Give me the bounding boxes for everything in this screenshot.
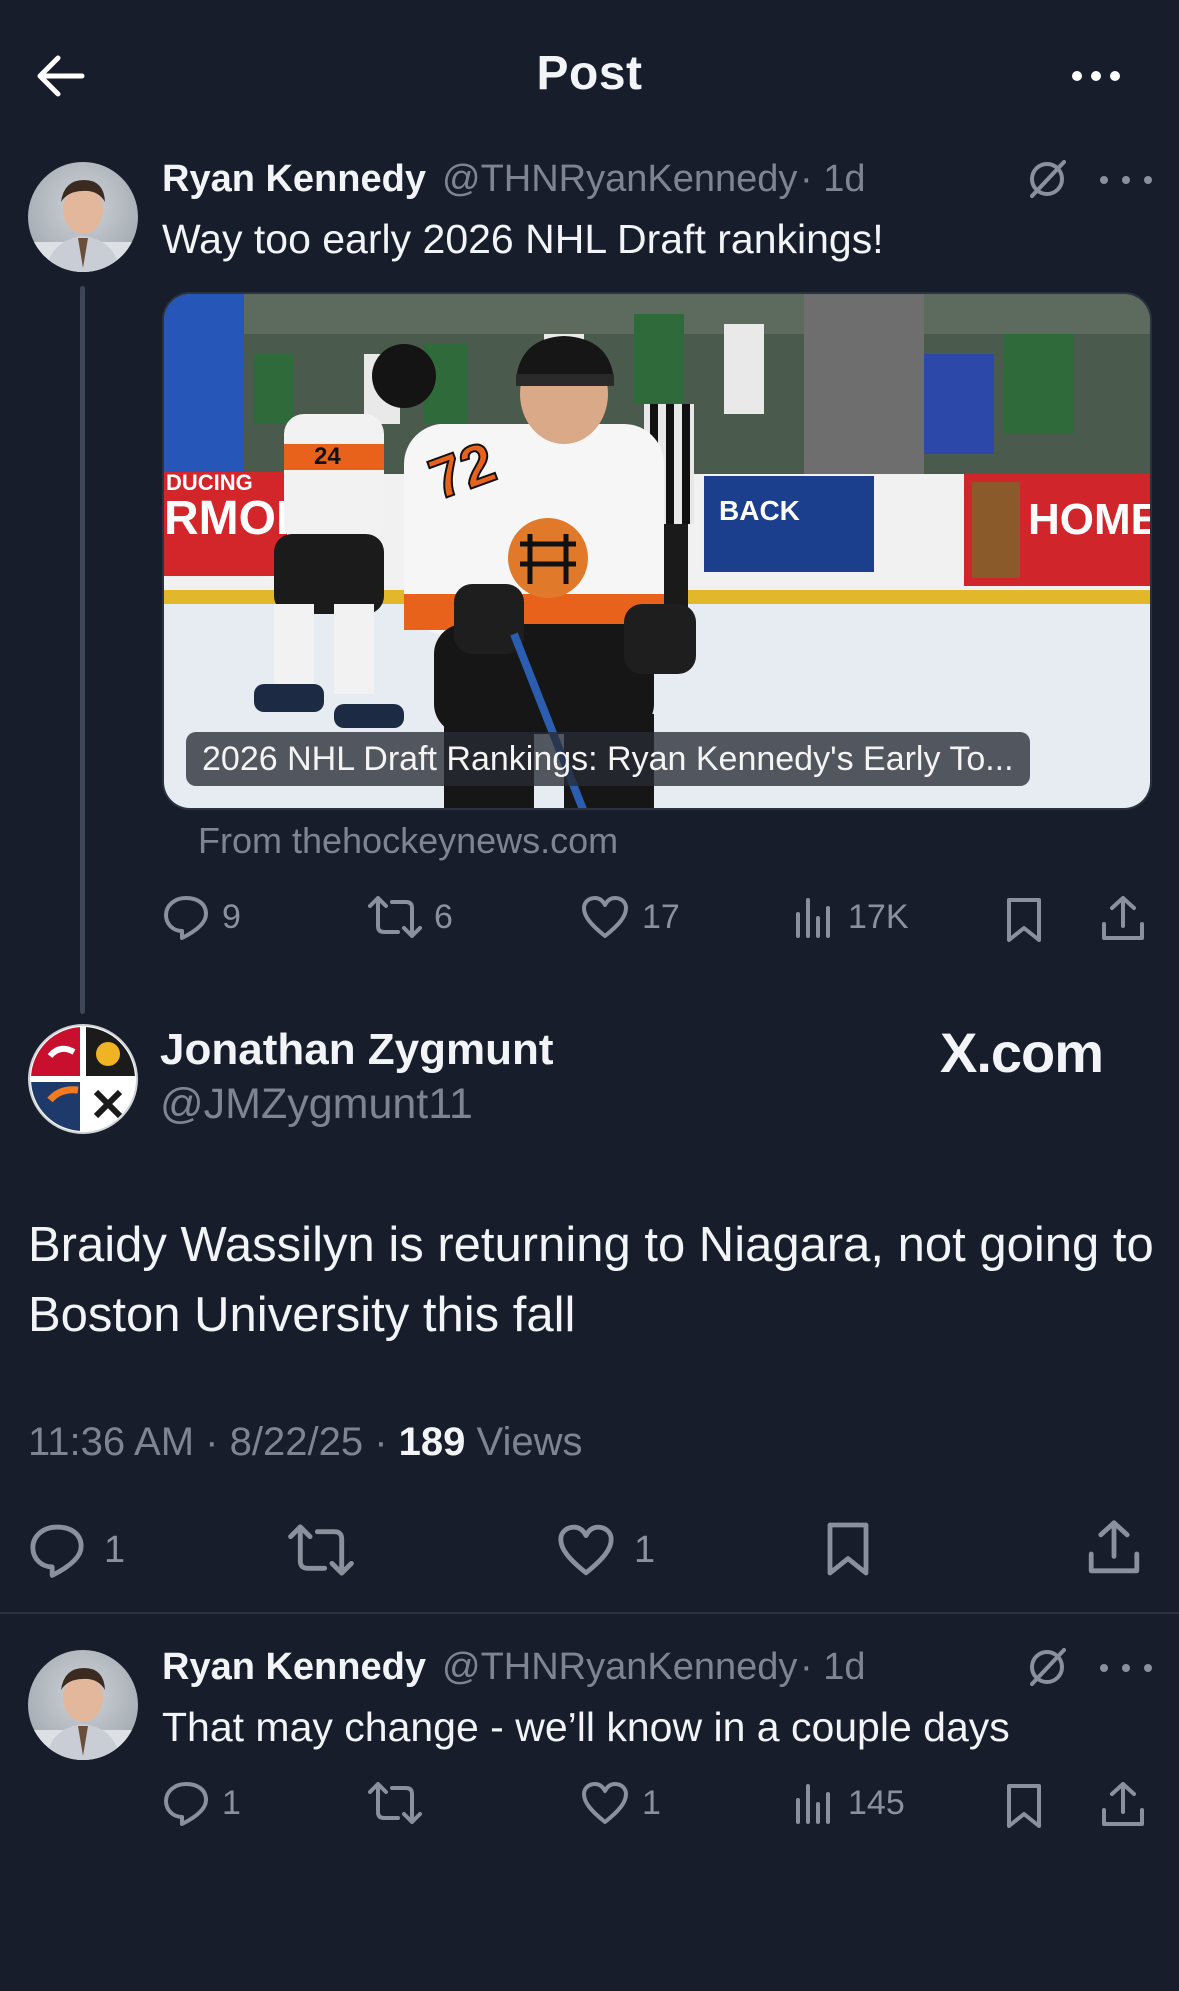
views-button[interactable]: 145 — [794, 1780, 905, 1826]
reply-count: 1 — [222, 1783, 241, 1822]
like-button[interactable]: 1 — [556, 1522, 655, 1578]
views-chart-icon — [796, 898, 830, 938]
svg-text:HOME: HOME — [1028, 495, 1152, 544]
author-handle[interactable]: @THNRyanKennedy — [442, 1646, 797, 1689]
views-chart-icon — [796, 1784, 830, 1824]
svg-text:24: 24 — [314, 443, 341, 470]
reply-icon — [164, 1782, 208, 1826]
author-name[interactable]: Ryan Kennedy — [162, 1646, 426, 1689]
tweet-date: 8/22/25 — [229, 1420, 364, 1464]
more-horizontal-icon — [1100, 1664, 1108, 1672]
avatar[interactable] — [28, 1650, 138, 1760]
like-count: 1 — [634, 1528, 656, 1571]
top-bar: Post — [0, 0, 1179, 150]
repost-icon — [368, 896, 422, 938]
tweet-text: That may change - we’ll know in a couple… — [162, 1704, 1010, 1750]
reply-count: 9 — [222, 897, 241, 936]
views-label: Views — [476, 1420, 583, 1464]
reply-button[interactable]: 1 — [162, 1780, 241, 1826]
views-count: 145 — [848, 1783, 905, 1822]
author-handle[interactable]: @THNRyanKennedy — [442, 158, 797, 201]
avatar[interactable] — [28, 162, 138, 272]
heart-icon — [582, 896, 628, 938]
share-icon[interactable] — [1086, 1518, 1142, 1578]
tweet-more-button[interactable] — [1100, 170, 1152, 190]
views-count: 17K — [848, 897, 909, 936]
bookmark-icon[interactable] — [1004, 896, 1044, 944]
divider — [0, 1612, 1179, 1614]
grok-icon[interactable] — [1024, 1644, 1070, 1690]
more-options-button[interactable] — [1061, 56, 1131, 96]
repost-icon[interactable] — [288, 1522, 354, 1578]
grok-icon[interactable] — [1024, 156, 1070, 202]
thread-line — [80, 286, 85, 1014]
like-count: 17 — [642, 897, 680, 936]
tweet-time: · 1d — [800, 1646, 866, 1688]
share-icon[interactable] — [1100, 894, 1146, 944]
author-handle[interactable]: @JMZygmunt11 — [160, 1080, 473, 1129]
more-horizontal-icon — [1072, 71, 1082, 81]
tweet-meta: 11:36 AM · 8/22/25 · 189 Views — [28, 1420, 583, 1464]
page-title: Post — [536, 47, 643, 100]
x-com-watermark: X.com — [940, 1021, 1104, 1084]
reply-button[interactable]: 1 — [28, 1522, 125, 1578]
card-caption: 2026 NHL Draft Rankings: Ryan Kennedy's … — [186, 732, 1030, 786]
repost-button[interactable]: 6 — [368, 894, 453, 940]
author-name[interactable]: Ryan Kennedy — [162, 158, 426, 201]
views-button[interactable]: 17K — [794, 894, 909, 940]
tweet-time: · 1d — [800, 158, 866, 200]
bookmark-icon[interactable] — [824, 1520, 872, 1578]
more-horizontal-icon — [1100, 176, 1108, 184]
bookmark-icon[interactable] — [1004, 1782, 1044, 1830]
card-source[interactable]: From thehockeynews.com — [198, 820, 618, 862]
post-page: Post Ryan Kennedy @THNRyanKennedy · 1d W… — [0, 0, 1179, 1991]
reply-icon — [164, 896, 208, 940]
heart-icon — [582, 1782, 628, 1824]
share-icon[interactable] — [1100, 1780, 1146, 1830]
avatar[interactable] — [28, 1024, 138, 1134]
repost-icon[interactable] — [368, 1780, 422, 1826]
like-button[interactable]: 1 — [580, 1780, 661, 1826]
like-button[interactable]: 17 — [580, 894, 680, 940]
heart-icon — [558, 1524, 614, 1576]
reply-icon — [30, 1524, 84, 1578]
link-card[interactable]: DUCING RMOR BACK HOME 24 72 2026 NHL Dra… — [162, 292, 1152, 810]
tweet-text: Braidy Wassilyn is returning to Niagara,… — [28, 1218, 1154, 1342]
like-count: 1 — [642, 1783, 661, 1822]
views-count: 189 — [398, 1420, 466, 1464]
tweet-text: Way too early 2026 NHL Draft rankings! — [162, 216, 884, 262]
repost-count: 6 — [434, 897, 453, 936]
tweet-more-button[interactable] — [1100, 1658, 1152, 1678]
author-name[interactable]: Jonathan Zygmunt — [160, 1025, 554, 1075]
reply-button[interactable]: 9 — [162, 894, 241, 940]
svg-text:BACK: BACK — [719, 495, 800, 526]
tweet-time: 11:36 AM — [28, 1420, 195, 1464]
reply-count: 1 — [104, 1528, 126, 1571]
